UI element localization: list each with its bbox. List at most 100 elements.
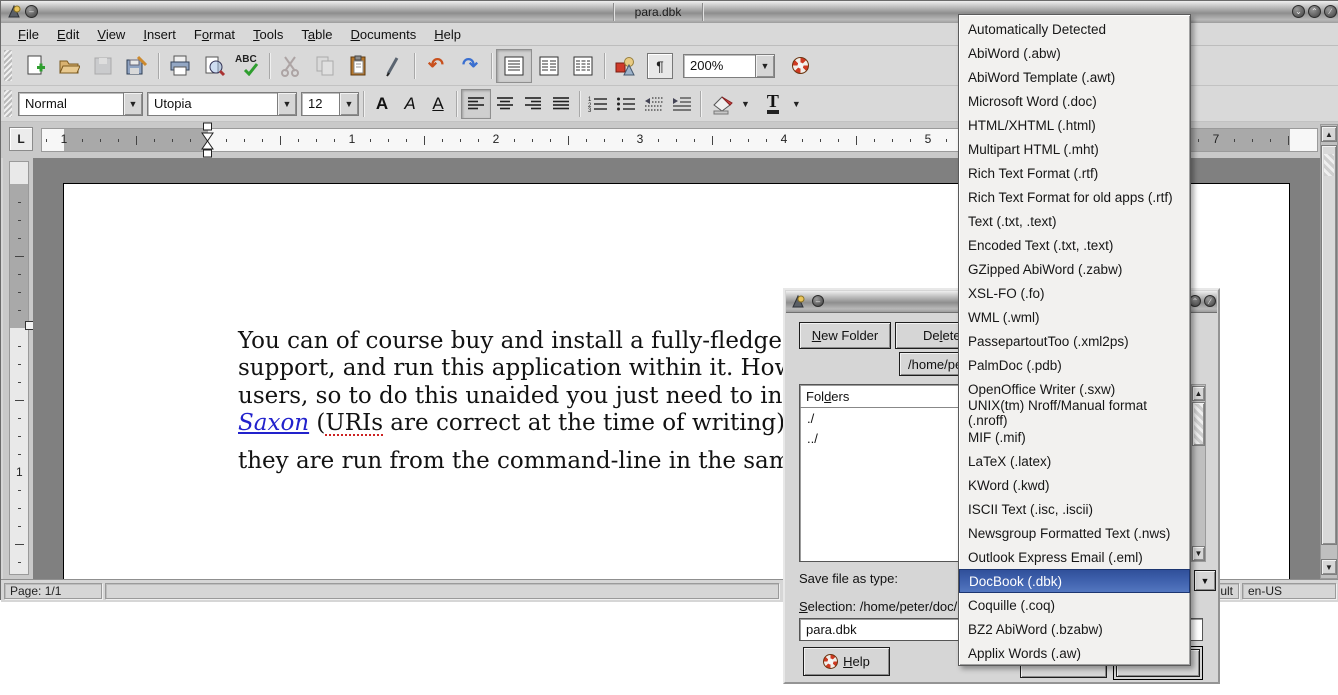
- menu-edit[interactable]: Edit: [48, 25, 88, 44]
- save-button[interactable]: [86, 50, 120, 82]
- document-text-line[interactable]: You can of course buy and install a full…: [238, 328, 874, 355]
- chevron-down-icon[interactable]: ▼: [741, 99, 750, 109]
- format-option[interactable]: Rich Text Format for old apps (.rtf): [959, 185, 1190, 209]
- tab-stop-selector[interactable]: L: [9, 127, 33, 151]
- font-value[interactable]: Utopia: [147, 92, 277, 116]
- chevron-down-icon[interactable]: ▼: [339, 92, 359, 116]
- open-file-button[interactable]: [52, 50, 86, 82]
- format-option[interactable]: Newsgroup Formatted Text (.nws): [959, 521, 1190, 545]
- style-combobox[interactable]: Normal ▼: [18, 92, 143, 116]
- document-text-line[interactable]: they are run from the command-line in th…: [238, 448, 858, 475]
- format-option[interactable]: AbiWord (.abw): [959, 41, 1190, 65]
- scrollbar-thumb[interactable]: [1321, 145, 1337, 545]
- style-value[interactable]: Normal: [18, 92, 123, 116]
- view-two-columns-button[interactable]: [532, 50, 566, 82]
- new-document-button[interactable]: [18, 50, 52, 82]
- numbered-list-button[interactable]: 123: [584, 90, 612, 118]
- format-option[interactable]: DocBook (.dbk): [959, 569, 1190, 593]
- format-option[interactable]: UNIX(tm) Nroff/Manual format (.nroff): [959, 401, 1190, 425]
- format-option[interactable]: HTML/XHTML (.html): [959, 113, 1190, 137]
- zoom-combobox[interactable]: 200% ▼: [683, 54, 775, 78]
- view-three-columns-button[interactable]: [566, 50, 600, 82]
- format-option[interactable]: ISCII Text (.isc, .iscii): [959, 497, 1190, 521]
- chevron-down-icon[interactable]: ▼: [277, 92, 297, 116]
- underline-button[interactable]: A: [424, 90, 452, 118]
- shade-button[interactable]: ⌄: [1292, 5, 1305, 18]
- format-option[interactable]: KWord (.kwd): [959, 473, 1190, 497]
- align-justify-button[interactable]: [547, 90, 575, 118]
- format-option[interactable]: GZipped AbiWord (.zabw): [959, 257, 1190, 281]
- bulleted-list-button[interactable]: [612, 90, 640, 118]
- language-indicator[interactable]: en-US: [1242, 583, 1336, 599]
- chevron-down-icon[interactable]: ▼: [755, 54, 775, 78]
- menu-file[interactable]: File: [9, 25, 48, 44]
- italic-button[interactable]: A: [396, 90, 424, 118]
- align-center-button[interactable]: [491, 90, 519, 118]
- scroll-up-button[interactable]: ▲: [1192, 386, 1205, 401]
- menu-tools[interactable]: Tools: [244, 25, 292, 44]
- paste-button[interactable]: [342, 50, 376, 82]
- maximize-button[interactable]: ⌃: [1308, 5, 1321, 18]
- cut-button[interactable]: [274, 50, 308, 82]
- format-option[interactable]: MIF (.mif): [959, 425, 1190, 449]
- menu-view[interactable]: View: [88, 25, 134, 44]
- format-option[interactable]: XSL-FO (.fo): [959, 281, 1190, 305]
- menu-format[interactable]: Format: [185, 25, 244, 44]
- shapes-icon-button[interactable]: [609, 50, 643, 82]
- bold-button[interactable]: A: [368, 90, 396, 118]
- hyperlink[interactable]: Saxon: [238, 410, 309, 436]
- decrease-indent-button[interactable]: [640, 90, 668, 118]
- menu-insert[interactable]: Insert: [134, 25, 185, 44]
- new-folder-button[interactable]: New Folder: [799, 322, 891, 349]
- highlight-color-button[interactable]: [705, 88, 739, 120]
- font-color-button[interactable]: T: [756, 88, 790, 120]
- format-option[interactable]: Rich Text Format (.rtf): [959, 161, 1190, 185]
- menu-documents[interactable]: Documents: [342, 25, 426, 44]
- align-left-button[interactable]: [461, 89, 491, 119]
- dialog-help-button[interactable]: Help: [803, 647, 890, 676]
- font-combobox[interactable]: Utopia ▼: [147, 92, 297, 116]
- menu-table[interactable]: Table: [292, 25, 341, 44]
- print-preview-button[interactable]: [197, 50, 231, 82]
- scrollbar-thumb[interactable]: [1192, 402, 1205, 446]
- format-option[interactable]: Microsoft Word (.doc): [959, 89, 1190, 113]
- copy-button[interactable]: [308, 50, 342, 82]
- toolbar-grip[interactable]: [4, 90, 12, 117]
- indent-markers[interactable]: [200, 122, 215, 158]
- font-size-value[interactable]: 12: [301, 92, 339, 116]
- format-option[interactable]: PalmDoc (.pdb): [959, 353, 1190, 377]
- redo-button[interactable]: ↷: [453, 50, 487, 82]
- align-right-button[interactable]: [519, 90, 547, 118]
- menu-help[interactable]: Help: [425, 25, 470, 44]
- format-option[interactable]: AbiWord Template (.awt): [959, 65, 1190, 89]
- scroll-down-button[interactable]: ▼: [1192, 546, 1205, 561]
- window-menu-button[interactable]: –: [25, 5, 38, 18]
- scroll-down-button[interactable]: ▼: [1321, 559, 1337, 575]
- format-option[interactable]: Automatically Detected: [959, 17, 1190, 41]
- scroll-up-button[interactable]: ▲: [1321, 126, 1337, 142]
- print-button[interactable]: [163, 50, 197, 82]
- help-button[interactable]: [783, 50, 817, 82]
- format-option[interactable]: PassepartoutToo (.xml2ps): [959, 329, 1190, 353]
- files-list-scrollbar[interactable]: ▲ ▼: [1191, 384, 1206, 562]
- chevron-down-icon[interactable]: ▼: [792, 99, 801, 109]
- format-option[interactable]: BZ2 AbiWord (.bzabw): [959, 617, 1190, 641]
- format-option[interactable]: LaTeX (.latex): [959, 449, 1190, 473]
- format-option[interactable]: Encoded Text (.txt, .text): [959, 233, 1190, 257]
- document-text-line[interactable]: support, and run this application within…: [238, 355, 850, 382]
- toolbar-grip[interactable]: [4, 50, 12, 80]
- spellcheck-button[interactable]: ABC: [231, 50, 265, 82]
- increase-indent-button[interactable]: [668, 90, 696, 118]
- zoom-value[interactable]: 200%: [683, 54, 755, 78]
- format-option[interactable]: Applix Words (.aw): [959, 641, 1190, 665]
- format-option[interactable]: Outlook Express Email (.eml): [959, 545, 1190, 569]
- view-normal-button[interactable]: [496, 49, 532, 83]
- save-as-button[interactable]: [120, 50, 154, 82]
- pen-icon-button[interactable]: [376, 50, 410, 82]
- chevron-down-icon[interactable]: ▼: [123, 92, 143, 116]
- format-option[interactable]: Text (.txt, .text): [959, 209, 1190, 233]
- format-option[interactable]: WML (.wml): [959, 305, 1190, 329]
- document-text-line[interactable]: users, so to do this unaided you just ne…: [238, 383, 868, 410]
- vertical-scrollbar[interactable]: ▲ ▼: [1320, 124, 1338, 579]
- dialog-close-button[interactable]: ∕: [1204, 295, 1216, 307]
